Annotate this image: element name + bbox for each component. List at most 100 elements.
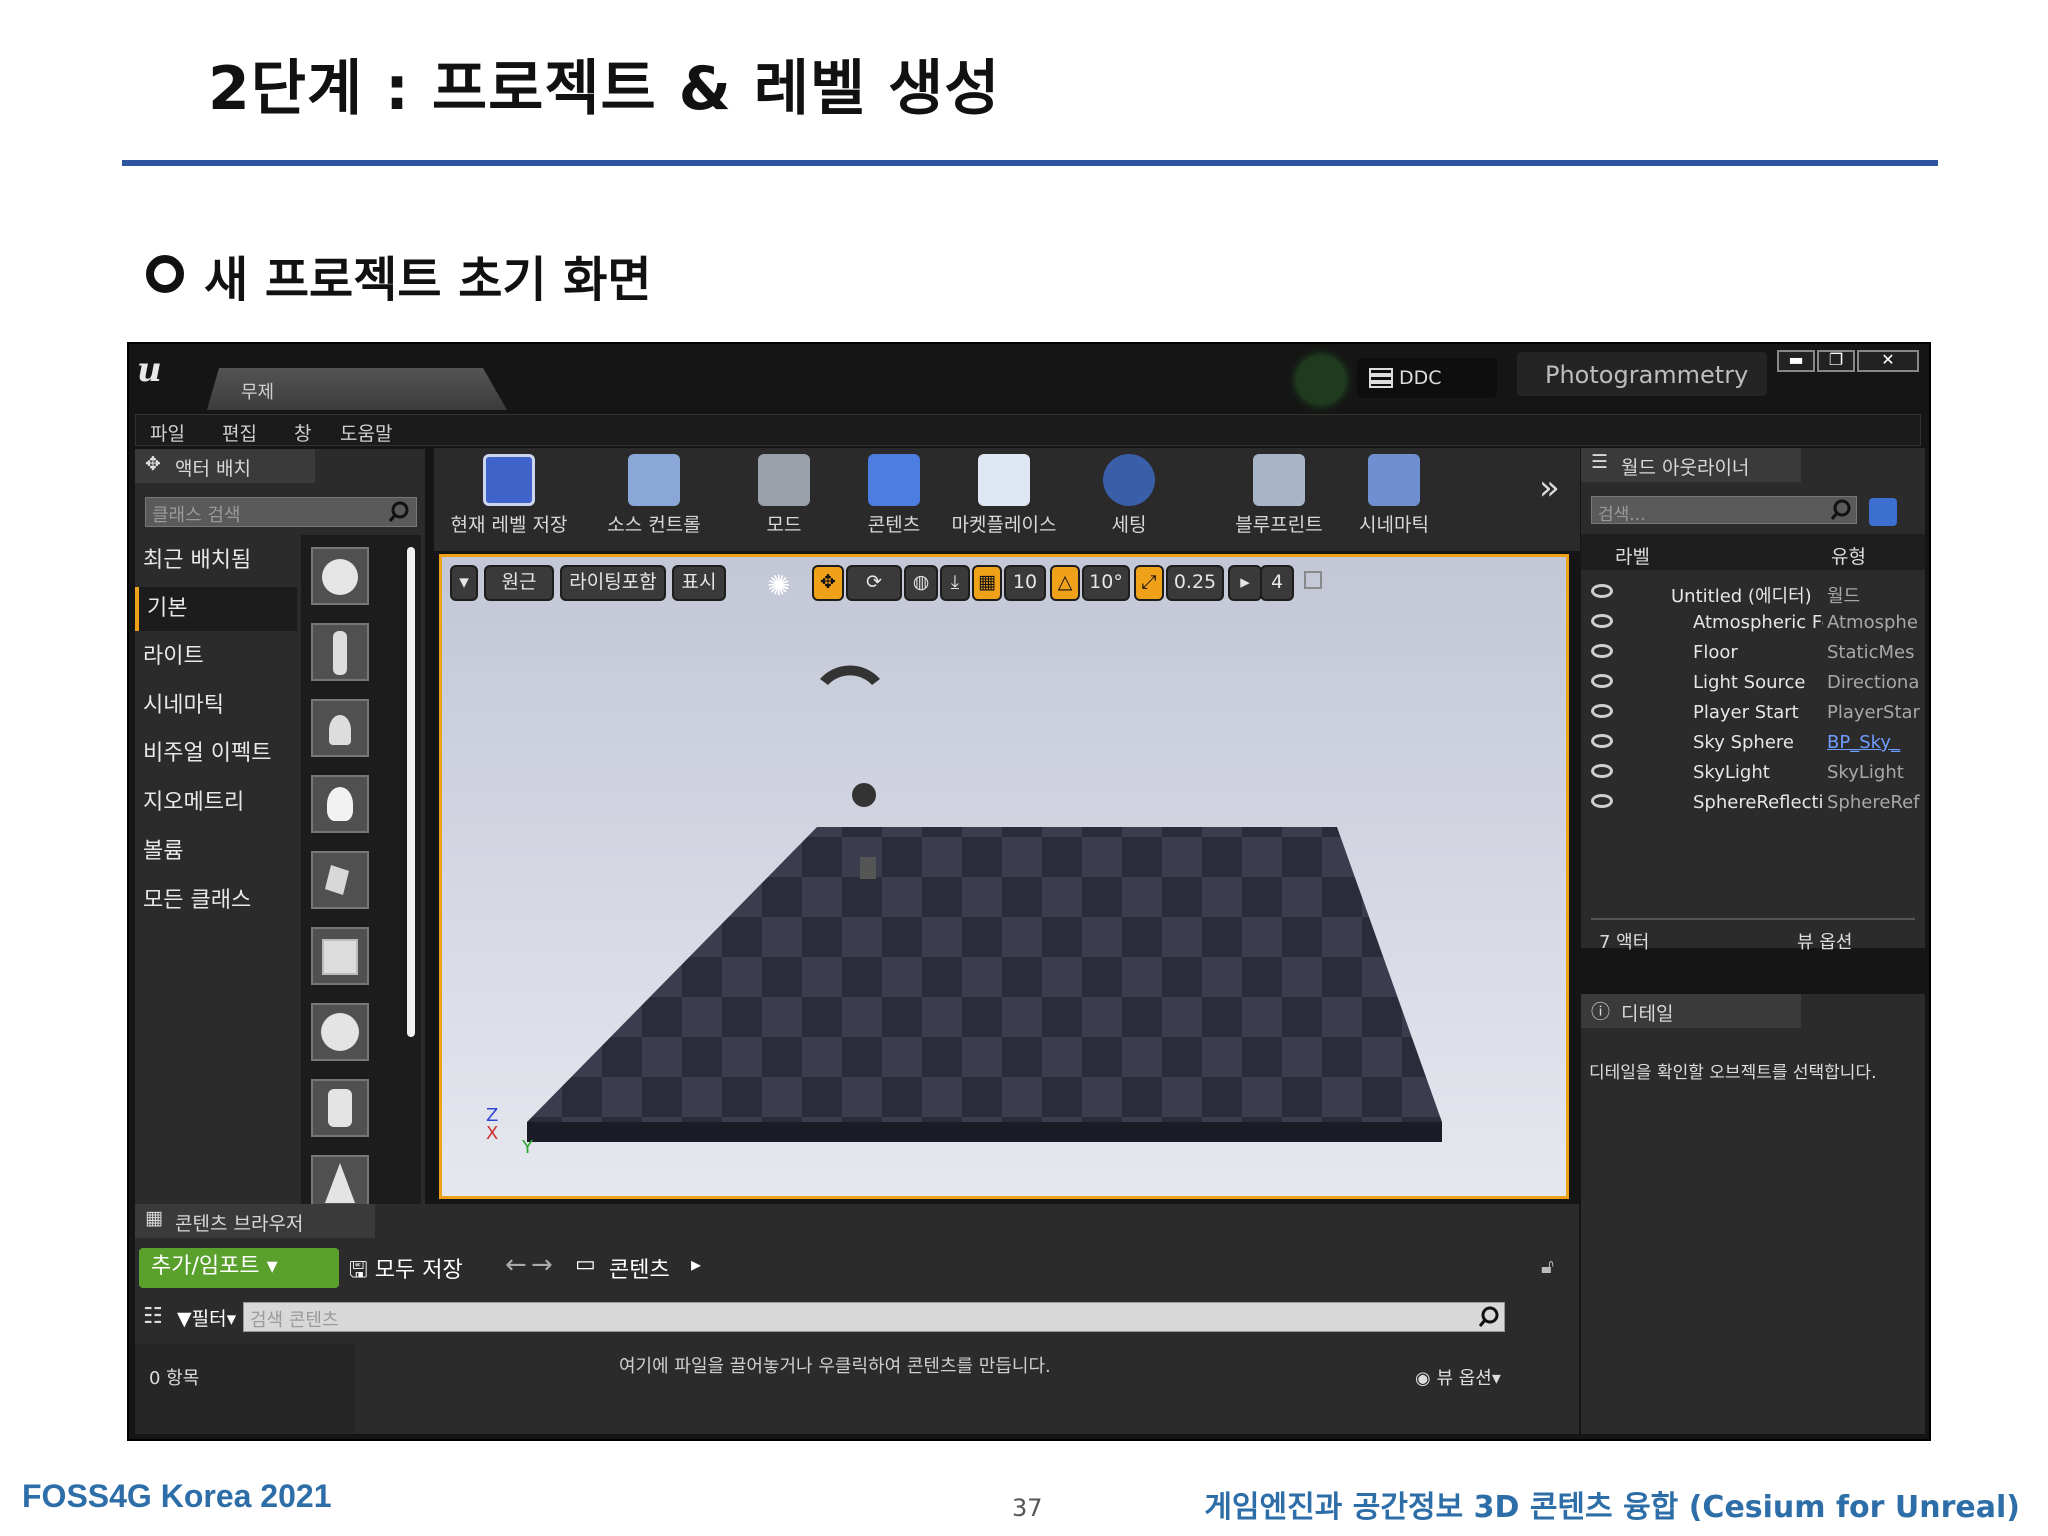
category-visual-effects[interactable]: 비주얼 이펙트 [135,732,297,776]
history-back-icon[interactable]: ← [505,1250,527,1280]
content-browser-tab-label: 콘텐츠 브라우저 [175,1213,304,1235]
pawn-thumbnail[interactable] [311,699,369,757]
content-search-input[interactable]: 검색 콘텐츠 [243,1302,1505,1332]
empty-actor-thumbnail[interactable] [311,547,369,605]
save-all-label: 모두 저장 [374,1258,463,1283]
player-start-thumbnail[interactable] [311,851,369,909]
outliner-row[interactable]: Light Source Directiona [1581,668,1925,698]
content-browser-icon: ▦ [145,1207,163,1229]
category-volumes[interactable]: 볼륨 [135,830,297,874]
menu-file[interactable]: 파일 [150,419,185,446]
outliner-row[interactable]: SphereReflectionSphereRef [1581,788,1925,818]
point-light-thumbnail[interactable] [311,775,369,833]
menu-window[interactable]: 창 [294,419,311,446]
category-all-classes[interactable]: 모든 클래스 [135,879,297,923]
marketplace-button[interactable]: 마켓플레이스 [944,448,1064,551]
project-name: Photogrammetry [1545,361,1749,389]
content-button[interactable]: 콘텐츠 [844,448,944,551]
cube-thumbnail[interactable] [311,927,369,985]
outliner-search-input[interactable]: 검색... [1591,496,1857,525]
category-lights[interactable]: 라이트 [135,635,297,679]
category-cinematic[interactable]: 시네마틱 [135,684,297,728]
level-viewport[interactable]: ▾ 원근 라이팅포함 표시 ✺ ✥ ⟳ ◍ ⤓ ▦ 10 △ 10° ⤢ 0.2… [439,554,1569,1199]
show-flags-button[interactable]: 표시 [672,565,726,601]
perspective-button[interactable]: 원근 [484,565,554,601]
ddc-indicator[interactable]: DDC [1357,358,1497,398]
actor-list-scrollbar[interactable] [407,547,415,1037]
world-outliner-tab[interactable]: ☰ 월드 아웃라이너 [1581,448,1801,482]
details-panel: ⓘ 디테일 디테일을 확인할 오브젝트를 선택합니다. [1581,994,1925,1434]
content-browser-tab[interactable]: ▦ 콘텐츠 브라우저 [135,1204,375,1238]
menu-help[interactable]: 도움말 [340,419,392,446]
category-geometry[interactable]: 지오메트리 [135,781,297,825]
path-chevron-icon[interactable]: ▸ [691,1252,701,1276]
level-tab-label: 무제 [241,382,275,403]
add-import-button[interactable]: 추가/임포트 ▾ [139,1248,339,1288]
outliner-row[interactable]: Floor StaticMes [1581,638,1925,668]
grid-snap-value[interactable]: 10 [1004,565,1046,601]
settings-button[interactable]: 세팅 [1074,448,1184,551]
translate-tool-button[interactable]: ✥ [812,565,844,601]
cinematics-button[interactable]: 시네마틱 [1339,448,1449,551]
content-search-placeholder: 검색 콘텐츠 [250,1310,339,1331]
source-control-status-icon[interactable] [1297,356,1345,404]
outliner-add-icon[interactable] [1869,498,1897,526]
modes-button[interactable]: 모드 [734,448,834,551]
outliner-row[interactable]: Player Start PlayerStar [1581,698,1925,728]
outliner-row[interactable]: Atmospheric FogAtmosphe [1581,608,1925,638]
slide-subtitle: 새 프로젝트 초기 화면 [204,252,652,308]
outliner-row[interactable]: SkyLight SkyLight [1581,758,1925,788]
camera-speed-icon[interactable]: ▸ [1228,565,1262,601]
close-button[interactable]: ✕ [1857,350,1919,372]
minimize-button[interactable]: ▬ [1777,350,1815,372]
outliner-label-column[interactable]: 라벨 [1615,542,1650,569]
level-tab[interactable]: 무제 [207,368,507,410]
rotation-snap-icon[interactable]: △ [1050,565,1080,601]
outliner-view-options[interactable]: 뷰 옵션 [1797,928,1852,954]
scale-snap-icon[interactable]: ⤢ [1134,565,1164,601]
category-basic[interactable]: 기본 [135,587,297,631]
outliner-search-placeholder: 검색... [1598,505,1646,525]
place-actors-tab[interactable]: ✥ 액터 배치 [135,449,315,483]
maximize-button[interactable]: ❐ [1817,350,1855,372]
history-forward-icon[interactable]: → [531,1250,553,1280]
class-search-input[interactable]: 클래스 검색 [145,497,417,527]
surface-snap-icon[interactable]: ⤓ [940,565,970,601]
toolbar-more-button[interactable]: » [1539,468,1560,508]
cone-thumbnail[interactable] [311,1155,369,1207]
menu-edit[interactable]: 편집 [222,419,257,446]
place-actors-panel: ✥ 액터 배치 클래스 검색 최근 배치됨 기본 라이트 시네마틱 비주얼 이펙… [135,449,425,1271]
maximize-viewport-icon[interactable] [1304,571,1322,589]
search-icon [388,501,409,522]
sources-toggle-icon[interactable]: ☷ [143,1304,163,1329]
modes-icon [758,454,810,506]
footer-talk-title: 게임엔진과 공간정보 3D 콘텐츠 융합 (Cesium for Unreal) [1204,1490,2020,1525]
axis-x-label: X [486,1123,499,1144]
save-all-button[interactable]: 🖫 모두 저장 [349,1252,463,1291]
path-root[interactable]: 콘텐츠 [609,1252,670,1284]
outliner-type-column[interactable]: 유형 [1831,542,1866,569]
content-view-options[interactable]: ◉ 뷰 옵션▾ [1415,1364,1501,1390]
camera-speed-value[interactable]: 4 [1260,565,1294,601]
filter-button[interactable]: ▼필터▾ [177,1304,236,1331]
scale-snap-value[interactable]: 0.25 [1166,565,1224,601]
menu-bar: 파일 편집 창 도움말 [135,414,1921,446]
cylinder-thumbnail[interactable] [311,1079,369,1137]
save-level-button[interactable]: 현재 레벨 저장 [434,448,584,551]
blueprints-button[interactable]: 블루프린트 [1219,448,1339,551]
rotation-snap-value[interactable]: 10° [1082,565,1130,601]
outliner-row[interactable]: Sky Sphere BP_Sky_ [1581,728,1925,758]
lock-icon[interactable]: 🔓︎ [1541,1254,1554,1278]
category-recently-placed[interactable]: 최근 배치됨 [135,539,297,583]
world-local-icon[interactable]: ◍ [904,565,938,601]
details-tab[interactable]: ⓘ 디테일 [1581,994,1801,1028]
details-empty-message: 디테일을 확인할 오브젝트를 선택합니다. [1589,1063,1877,1083]
outliner-row[interactable]: Untitled (에디터) 월드 [1581,578,1925,608]
view-mode-lit-button[interactable]: 라이팅포함 [560,565,666,601]
viewport-options-dropdown[interactable]: ▾ [450,565,478,601]
rotate-scale-tools[interactable]: ⟳ [846,565,902,601]
grid-snap-icon[interactable]: ▦ [972,565,1002,601]
character-thumbnail[interactable] [311,623,369,681]
source-control-button[interactable]: 소스 컨트롤 [584,448,724,551]
sphere-thumbnail[interactable] [311,1003,369,1061]
